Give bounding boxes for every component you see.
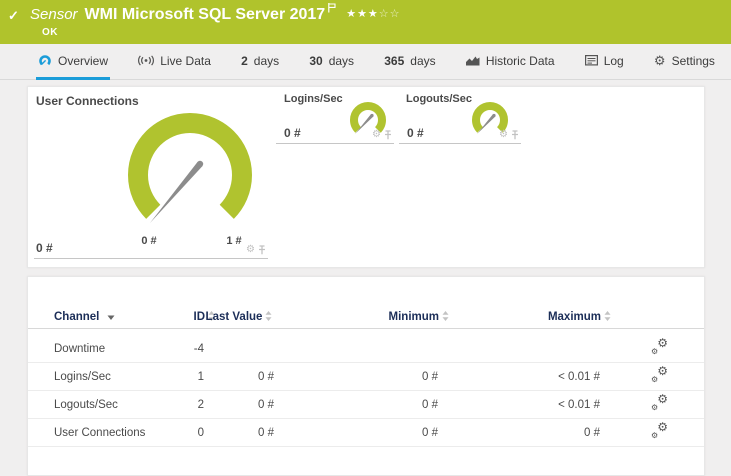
gear-icon: ⚙ [653,53,666,68]
channel-id: -4 [193,342,204,355]
table-row-logins-sec: Logins/Sec 1 0 # 0 # < 0.01 # ⚙ ⚙ [28,363,704,391]
gear-icon[interactable]: ⚙ [499,130,508,140]
tab-live-data[interactable]: Live Data [136,44,213,80]
priority-stars-empty: ☆☆ [378,8,401,20]
priority-stars-filled: ★★★ [346,8,379,20]
sensor-title-line: Sensor WMI Microsoft SQL Server 2017 ★★★… [30,3,401,24]
tab-label: Settings [671,53,715,68]
priority-stars[interactable]: ★★★☆☆ [346,7,400,20]
sort-desc-icon [107,315,115,320]
channel-minimum: 0 # [422,370,438,383]
channel-id: 1 [197,370,204,383]
tab-number: 30 [309,53,323,68]
pin-icon[interactable] [258,245,266,255]
channel-name: Logouts/Sec [54,398,118,411]
tab-label: Historic Data [485,53,555,68]
tab-365-days[interactable]: 365 days [382,44,437,80]
tab-label: Overview [58,53,109,68]
column-header-channel[interactable]: Channel [54,311,174,324]
channel-settings-icon[interactable]: ⚙ ⚙ [651,365,668,384]
channel-last-value: 0 # [258,398,274,411]
tab-number: 365 [384,53,405,68]
channel-settings-icon[interactable]: ⚙ ⚙ [651,421,668,440]
gear-icon[interactable]: ⚙ [372,130,381,140]
column-header-maximum[interactable]: Maximum [438,311,611,324]
channel-settings-icon[interactable]: ⚙ ⚙ [651,393,668,412]
table-row-downtime: Downtime -4 ⚙ ⚙ [28,335,704,363]
table-header-row: Channel ID Last Value Minimum Maximum [28,301,704,329]
tab-number: 2 [241,53,248,68]
tab-label: days [410,53,436,68]
column-header-minimum[interactable]: Minimum [274,311,449,324]
logins-gauge-title: Logins/Sec [284,93,343,105]
main-gauge-value-row: 0 # ⚙ [34,239,268,259]
tab-30-days[interactable]: 30 days [307,44,356,80]
main-gauge-title: User Connections [36,94,139,108]
page-title: WMI Microsoft SQL Server 2017 [84,6,326,23]
channel-name: User Connections [54,426,146,439]
tab-2-days[interactable]: 2 days [239,44,281,80]
tab-label: days [328,53,355,68]
channel-minimum: 0 # [422,398,438,411]
channel-table-panel: Channel ID Last Value Minimum Maximum Do… [27,276,705,476]
channel-minimum: 0 # [422,426,438,439]
channel-id: 2 [197,398,204,411]
status-ok-check-icon: ✓ [8,8,19,23]
channel-last-value: 0 # [258,426,274,439]
logouts-value-row: 0 # ⚙ [399,123,521,144]
channel-id: 0 [197,426,204,439]
sensor-header-bar: ✓ Sensor WMI Microsoft SQL Server 2017 ★… [0,0,731,44]
column-header-label: Last Value [205,311,263,323]
flag-icon[interactable] [328,0,336,18]
tab-overview[interactable]: Overview [36,44,111,80]
tab-settings[interactable]: ⚙ Settings [652,44,717,80]
column-header-last-value[interactable]: Last Value [204,311,274,324]
column-header-label: Minimum [388,311,439,323]
tab-historic-data[interactable]: Historic Data [464,44,557,80]
gauge-icon [39,55,51,66]
channel-table: Channel ID Last Value Minimum Maximum Do… [28,301,704,447]
column-header-label: Maximum [547,311,601,323]
logins-gauge-value: 0 # [284,126,301,140]
sort-both-icon [604,311,611,321]
sort-both-icon [265,311,272,321]
table-row-logouts-sec: Logouts/Sec 2 0 # 0 # < 0.01 # ⚙ ⚙ [28,391,704,419]
user-connections-gauge [128,113,252,223]
tab-log[interactable]: Log [583,44,626,80]
channel-last-value: 0 # [258,370,274,383]
broadcast-icon [138,55,155,66]
column-header-label: Channel [54,311,100,323]
pin-icon[interactable] [511,130,519,140]
status-badge: OK [42,27,58,38]
sensor-kind-label: Sensor [30,6,78,23]
channel-settings-icon[interactable]: ⚙ ⚙ [651,337,668,356]
table-row-user-connections: User Connections 0 0 # 0 # 0 # ⚙ ⚙ [28,419,704,447]
area-chart-icon [465,56,480,66]
channel-maximum: 0 # [584,426,600,439]
logouts-gauge-value: 0 # [407,126,424,140]
channel-name: Downtime [54,342,106,355]
tab-bar: Overview Live Data 2 days 30 days 365 da… [0,44,731,80]
log-list-icon [584,55,598,66]
main-gauge-value: 0 # [36,241,53,255]
channel-maximum: < 0.01 # [558,398,600,411]
tab-label: days [253,53,280,68]
main-gauge-actions: ⚙ [246,245,266,255]
logouts-gauge-title: Logouts/Sec [406,93,473,105]
gauges-panel: User Connections 0 # 1 # 0 # ⚙ Logins/Se… [27,86,705,268]
channel-maximum: < 0.01 # [558,370,600,383]
logouts-gauge-actions: ⚙ [499,130,519,140]
tab-label: Log [603,53,624,68]
pin-icon[interactable] [384,130,392,140]
gear-icon[interactable]: ⚙ [246,245,255,255]
channel-name: Logins/Sec [54,370,111,383]
logins-value-row: 0 # ⚙ [276,123,394,144]
logins-gauge-actions: ⚙ [372,130,392,140]
tab-label: Live Data [160,53,211,68]
